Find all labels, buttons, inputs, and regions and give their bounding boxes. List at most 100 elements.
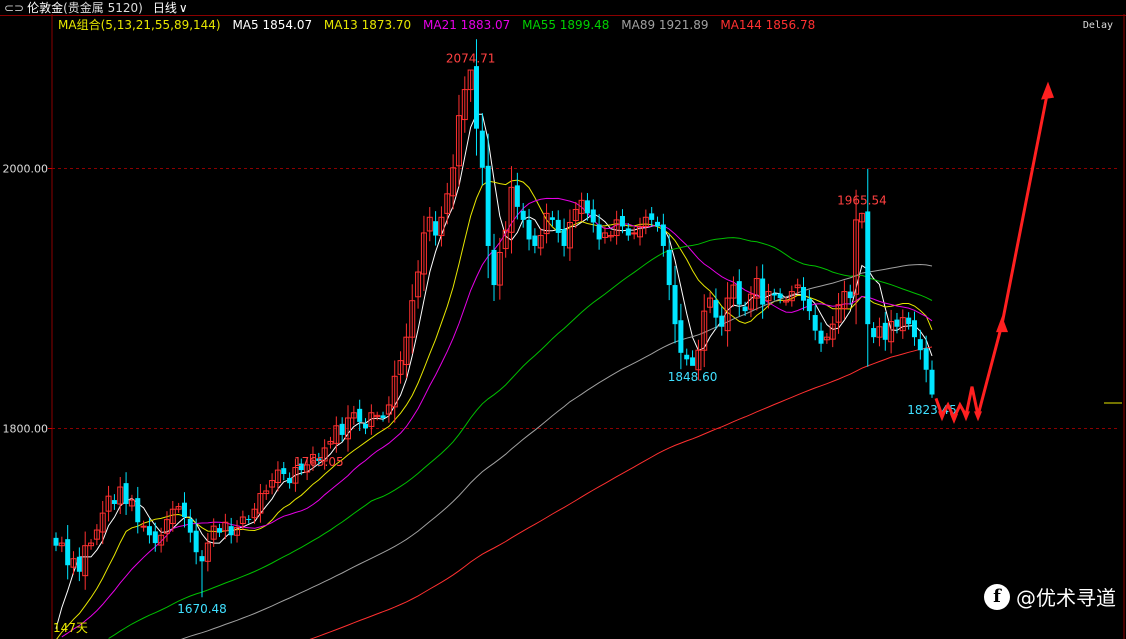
candle (760, 264, 766, 319)
candle-layer (53, 39, 935, 598)
candle-body (625, 228, 631, 236)
candle (619, 209, 625, 234)
candle (818, 322, 824, 352)
annotation-layer: 2074.711765.051965.541848.601670.481823.… (177, 51, 957, 616)
forecast-line (934, 89, 1050, 422)
price-annotation: 1670.48 (177, 602, 227, 616)
candle (380, 411, 386, 422)
candle (461, 76, 468, 133)
candle (566, 209, 573, 261)
candle-body (514, 185, 520, 207)
candle (835, 292, 842, 334)
candle (409, 284, 416, 354)
candle (187, 509, 193, 543)
forecast-arrowhead (962, 411, 970, 422)
candle (858, 212, 865, 229)
candle (655, 216, 661, 232)
candle (93, 524, 100, 546)
candle-body (929, 369, 935, 395)
candle-body (111, 500, 117, 504)
candle (350, 405, 357, 425)
candle-body (649, 213, 655, 220)
price-annotation: 1848.60 (668, 370, 718, 384)
candle (357, 399, 363, 432)
candlestick-chart[interactable]: 2000.00 1800.00 2074.71 1765.05 1965.54 1848… (0, 0, 1126, 639)
candle (871, 322, 877, 344)
candle (526, 208, 532, 251)
candle (65, 525, 71, 580)
candle-body (736, 281, 742, 305)
candle (876, 317, 883, 347)
candle-body (801, 287, 807, 301)
candle (70, 551, 77, 575)
candle (58, 536, 65, 553)
price-annotation: 1965.54 (837, 194, 887, 208)
candle (649, 206, 655, 227)
candle (508, 166, 515, 254)
candle (181, 492, 187, 528)
candle-body (631, 232, 638, 235)
forecast-arrows (934, 81, 1054, 424)
candle (82, 531, 89, 590)
candle (783, 297, 789, 306)
candle-body (76, 556, 82, 572)
candle-body (806, 298, 812, 312)
candle (678, 303, 684, 370)
candle (847, 284, 853, 305)
ma5-line (55, 113, 933, 629)
candle (76, 547, 82, 582)
price-annotation: 1765.05 (294, 455, 344, 469)
candle (415, 260, 422, 309)
candle-body (713, 300, 719, 318)
candle (637, 217, 643, 246)
candle (327, 436, 334, 449)
candle (532, 228, 538, 254)
forecast-arrowhead (950, 413, 958, 424)
candle-body (561, 229, 567, 246)
candle (53, 532, 59, 552)
candle-body (146, 526, 152, 536)
candle (385, 396, 392, 423)
candle-body (217, 528, 223, 533)
candle (491, 233, 497, 302)
candle-body (684, 354, 690, 360)
candle (175, 502, 182, 513)
candle (105, 485, 112, 522)
candle-body (433, 221, 439, 236)
candle (701, 294, 708, 368)
candle-body (742, 306, 748, 312)
candle (829, 316, 836, 348)
candle-body (911, 320, 917, 338)
candle (719, 306, 725, 336)
candle (888, 309, 895, 354)
candle (601, 226, 608, 244)
candle-body (596, 224, 602, 240)
candle-body (672, 285, 678, 325)
candle (420, 215, 427, 292)
candle (690, 350, 696, 366)
candle-body (666, 249, 672, 286)
ma144-line (309, 346, 933, 639)
candle-body (660, 224, 666, 246)
candle (882, 311, 888, 351)
candle (906, 312, 912, 330)
candle-body (590, 209, 596, 223)
candle (99, 501, 106, 545)
ma89-line (180, 263, 933, 639)
candle (257, 483, 264, 523)
candle (561, 218, 567, 257)
candle-body (777, 293, 783, 299)
candle (193, 518, 199, 565)
candle-body (619, 215, 625, 227)
candle (596, 214, 602, 250)
candle (801, 277, 807, 311)
grid-layer: 2000.00 1800.00 (0, 14, 1126, 639)
candle-body (760, 278, 766, 305)
candle-body (917, 339, 923, 351)
candle (467, 69, 474, 102)
candle-body (228, 526, 234, 536)
candle (251, 503, 258, 524)
candle-body (865, 211, 871, 325)
candle (281, 461, 287, 481)
candle-body (53, 537, 59, 546)
